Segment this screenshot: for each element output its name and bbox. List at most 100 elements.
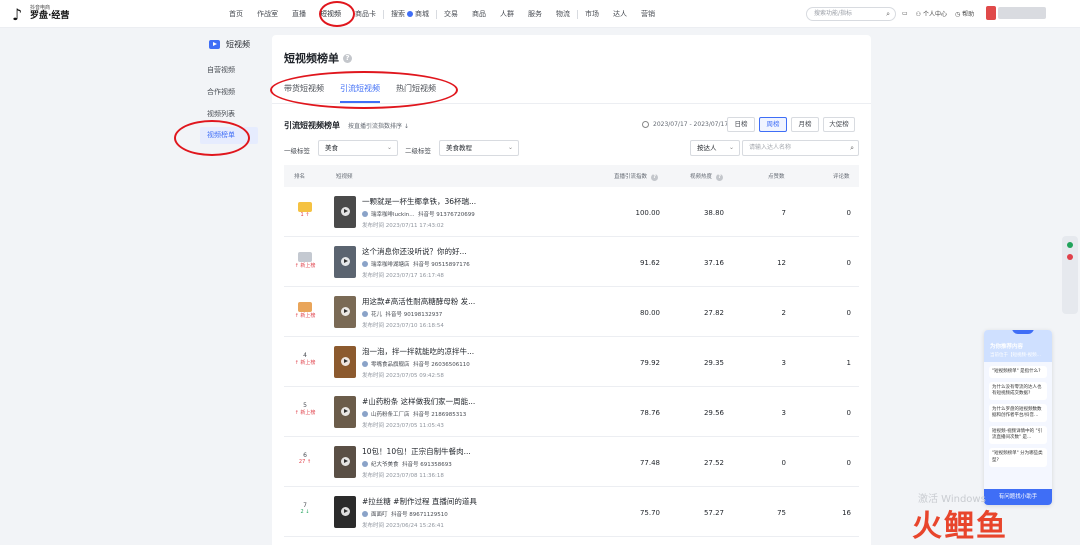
- annotation-circle: [174, 120, 250, 156]
- filter1-label: 一级标签: [284, 147, 310, 155]
- search-type-select[interactable]: 按达人 ⌄: [690, 140, 740, 156]
- table-row[interactable]: 72 ↓ #拉丝糖 #制作过程 直播间的道具 面面叮 抖音号 896711295…: [284, 488, 859, 537]
- filter2-select[interactable]: 美食教程 ⌄: [439, 140, 519, 156]
- nav-live[interactable]: 直播: [285, 9, 313, 19]
- video-title[interactable]: 10包！10包！正宗自制牛餐肉...: [362, 446, 471, 457]
- period-month-button[interactable]: 月榜: [791, 117, 819, 132]
- video-thumbnail[interactable]: [334, 446, 356, 478]
- assistant-question[interactable]: 为什么罗盘的短视频数数据和创作者平台/抖音...: [989, 404, 1047, 423]
- comment-count: 0: [846, 209, 851, 217]
- author-name: 纪大爷美食: [371, 462, 399, 468]
- author-name: 零嘴食品旗舰店: [371, 362, 410, 368]
- author-avatar: [362, 361, 368, 367]
- nav-marketing[interactable]: 营销: [634, 9, 662, 19]
- nav-search[interactable]: 搜索 商城: [384, 9, 436, 19]
- video-title[interactable]: 这个消息你还没听说？你的好...: [362, 246, 467, 257]
- global-search-input[interactable]: 搜索功能/指标 ⌕: [806, 7, 896, 21]
- table-header: 排名 短视频 直播引流指数? 视频热度? 点赞数 评论数: [284, 165, 859, 187]
- brand-logo[interactable]: 抖音电商 罗盘·经营: [12, 5, 69, 21]
- author-avatar: [362, 411, 368, 417]
- video-thumbnail[interactable]: [334, 196, 356, 228]
- video-thumbnail[interactable]: [334, 396, 356, 428]
- assistant-question[interactable]: "短视频榜单" 分为哪些类型?: [989, 448, 1047, 467]
- douyin-id: 抖音号 691358693: [402, 462, 452, 468]
- assistant-question[interactable]: "短视频榜单" 是指什么?: [989, 366, 1047, 379]
- table-row[interactable]: 1 ↑ 一颗就是一杯生椰拿铁，36杯瑞... 瑞幸咖啡luckin... 抖音号…: [284, 188, 859, 237]
- video-thumbnail[interactable]: [334, 496, 356, 528]
- help-link[interactable]: ◷ 帮助: [955, 9, 974, 18]
- nav-war-room[interactable]: 作战室: [250, 9, 285, 19]
- publish-time: 发布时间 2023/07/11 17:43:02: [362, 223, 444, 229]
- rank-change: 27 ↑: [298, 459, 312, 465]
- shop-avatar[interactable]: [986, 6, 996, 20]
- nav-market[interactable]: 市场: [578, 9, 606, 19]
- period-day-button[interactable]: 日榜: [727, 117, 755, 132]
- search-icon: ⌕: [850, 144, 854, 152]
- floating-toolbar[interactable]: [1062, 236, 1078, 314]
- traffic-index: 79.92: [639, 359, 660, 367]
- like-count: 3: [781, 409, 786, 417]
- assistant-question[interactable]: 短视频-视频详情中的 "引流直播间次数" 是...: [989, 426, 1047, 445]
- ranking-card: 短视频榜单 ? 带货短视频 引流短视频 热门短视频 引流短视频榜单 按直播引流指…: [272, 35, 871, 545]
- rank-change: 2 ↓: [300, 509, 310, 515]
- assistant-subtitle: 当前位于【短视频-视频...: [990, 353, 1041, 358]
- nav-crowd[interactable]: 人群: [493, 9, 521, 19]
- nav-creator[interactable]: 达人: [606, 9, 634, 19]
- video-thumbnail[interactable]: [334, 246, 356, 278]
- comment-count: 1: [846, 359, 851, 367]
- table-row[interactable]: 4 ↑ 新上榜 泡一泡，拌一拌就能吃的凉拌牛... 零嘴食品旗舰店 抖音号 260…: [284, 338, 859, 387]
- sidebar-item-self-videos[interactable]: 自营视频: [207, 65, 235, 75]
- nav-product[interactable]: 商品: [465, 9, 493, 19]
- rank-change: ↑ 新上榜: [294, 360, 316, 366]
- video-title[interactable]: #拉丝糖 #制作过程 直播间的道具: [362, 496, 477, 507]
- date-range-picker[interactable]: 2023/07/17 - 2023/07/17: [642, 121, 728, 128]
- user-icon: ⚇: [915, 11, 923, 18]
- play-icon: [341, 357, 350, 366]
- video-heat: 27.82: [703, 309, 724, 317]
- comment-count: 16: [842, 509, 851, 517]
- play-icon: [341, 407, 350, 416]
- author-avatar: [362, 311, 368, 317]
- section-title: 引流短视频榜单: [284, 121, 340, 130]
- video-title[interactable]: 泡一泡，拌一拌就能吃的凉拌牛...: [362, 346, 474, 357]
- douyin-id: 抖音号 91376720699: [417, 212, 475, 218]
- nav-home[interactable]: 首页: [222, 9, 250, 19]
- like-count: 12: [777, 259, 786, 267]
- creator-search-input[interactable]: 请输入达人名称 ⌕: [742, 140, 859, 156]
- main-nav: 首页 作战室 直播 短视频 商品卡 搜索 商城 交易 商品 人群 服务 物流 市场…: [222, 0, 662, 28]
- crown-gold-icon: [298, 202, 312, 212]
- sidebar-item-coop-videos[interactable]: 合作视频: [207, 87, 235, 97]
- table-row[interactable]: 5 ↑ 新上榜 #山药粉条 这样做我们家一周能... 山药粉条工厂店 抖音号 21…: [284, 388, 859, 437]
- publish-time: 发布时间 2023/07/10 16:18:54: [362, 323, 444, 329]
- period-week-button[interactable]: 周榜: [759, 117, 787, 132]
- clock-icon: [642, 121, 649, 128]
- monitor-icon[interactable]: ▭: [902, 10, 908, 17]
- rank-number: 5: [303, 402, 307, 409]
- sidebar-item-video-list[interactable]: 视频列表: [207, 109, 235, 119]
- personal-center-link[interactable]: ⚇ 个人中心: [916, 9, 947, 18]
- table-row[interactable]: ↑ 新上榜 这个消息你还没听说？你的好... 瑞幸咖啡湖塘店 抖音号 90515…: [284, 238, 859, 287]
- video-thumbnail[interactable]: [334, 346, 356, 378]
- question-icon[interactable]: ?: [343, 53, 352, 63]
- column-comments: 评论数: [833, 174, 850, 180]
- video-title[interactable]: #山药粉条 这样做我们家一周能...: [362, 396, 475, 407]
- period-promo-button[interactable]: 大促榜: [823, 117, 855, 132]
- assistant-question[interactable]: 为什么没有零流的达人也有短视频成交数据?: [989, 382, 1047, 401]
- table-row[interactable]: 6 27 ↑ 10包！10包！正宗自制牛餐肉... 纪大爷美食 抖音号 69135…: [284, 438, 859, 487]
- video-title[interactable]: 用这款#高活性耐高糖酵母粉 发...: [362, 296, 475, 307]
- sort-hint[interactable]: 按直播引流指数排序 ↓: [348, 121, 409, 130]
- video-thumbnail[interactable]: [334, 296, 356, 328]
- nav-trade[interactable]: 交易: [437, 9, 465, 19]
- nav-logistics[interactable]: 物流: [549, 9, 577, 19]
- video-heat: 37.16: [703, 259, 724, 267]
- table-row[interactable]: ↑ 新上榜 用这款#高活性耐高糖酵母粉 发... 花儿 抖音号 90198132…: [284, 288, 859, 337]
- page-title: 短视频榜单 ?: [284, 50, 352, 66]
- robot-icon: [1012, 330, 1034, 334]
- video-heat: 38.80: [703, 209, 724, 217]
- nav-service[interactable]: 服务: [521, 9, 549, 19]
- play-icon: [341, 457, 350, 466]
- column-heat[interactable]: 视频热度?: [690, 172, 724, 181]
- filter1-select[interactable]: 美食 ⌄: [318, 140, 398, 156]
- video-title[interactable]: 一颗就是一杯生椰拿铁，36杯瑞...: [362, 196, 476, 207]
- column-traffic[interactable]: 直播引流指数?: [614, 172, 659, 181]
